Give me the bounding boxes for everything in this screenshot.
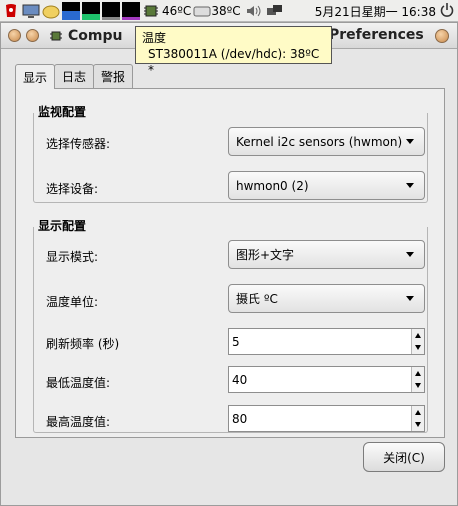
min-temp-stepper[interactable] [411,367,424,392]
chevron-up-icon[interactable] [415,410,421,415]
temperature-tooltip: 温度 ST380011A (/dev/hdc): 38ºC * [135,26,332,77]
tooltip-title: 温度 [142,31,167,45]
hard-drive-icon[interactable] [193,2,211,20]
memory-monitor-icon[interactable] [82,1,100,20]
max-temp-label: 最高温度值: [46,415,111,429]
chip-icon[interactable] [142,2,160,20]
min-temp-value: 40 [232,372,248,387]
display-mode-label: 显示模式: [46,250,99,264]
chevron-down-icon[interactable] [415,383,421,388]
cpu-monitor-icon[interactable] [62,1,80,20]
temp-unit-label: 温度单位: [46,295,99,309]
window-close-button[interactable] [435,29,449,43]
close-button[interactable]: 关闭(C) [363,442,445,472]
power-icon[interactable] [439,2,455,21]
chevron-down-icon [406,296,414,301]
chevron-down-icon [406,139,414,144]
min-temp-spinbutton[interactable]: 40 [228,366,425,393]
app-launcher-icon[interactable] [2,2,20,20]
tooltip-detail: ST380011A (/dev/hdc): 38ºC * [148,47,320,77]
window-title: Compu [68,27,123,44]
volume-icon[interactable] [245,2,263,20]
sensor-select[interactable]: Kernel i2c sensors (hwmon) [228,127,425,156]
tab-alarm[interactable]: 警报 [93,64,134,88]
sensor-label: 选择传感器: [46,137,111,151]
min-temp-label: 最低温度值: [46,376,111,390]
computer-icon[interactable] [22,2,40,20]
display-mode-select[interactable]: 图形+文字 [228,240,425,269]
refresh-rate-stepper[interactable] [411,329,424,354]
cpu-temp-text: 46ºC [162,3,192,18]
chevron-down-icon[interactable] [415,345,421,350]
max-temp-spinbutton[interactable]: 80 [228,405,425,432]
clock[interactable]: 5月21日星期一 16:38 [315,3,436,20]
tab-bar: 显示 日志 警报 [15,64,134,89]
top-panel: 46ºC 38ºC 5月21日星期一 16:38 [0,0,458,22]
window-minimize-button[interactable] [8,29,21,42]
device-select-value: hwmon0 (2) [236,178,309,193]
refresh-rate-spinbutton[interactable]: 5 [228,328,425,355]
chevron-down-icon [406,183,414,188]
refresh-rate-label: 刷新频率 (秒) [46,337,120,351]
window-maximize-button[interactable] [26,29,39,42]
temp-unit-select[interactable]: 摄氏 ºC [228,284,425,313]
notes-icon[interactable] [42,2,60,20]
sensor-select-value: Kernel i2c sensors (hwmon) [236,134,403,149]
chevron-up-icon[interactable] [415,371,421,376]
network-monitor-icon[interactable] [102,1,120,20]
temp-unit-value: 摄氏 ºC [236,292,278,306]
refresh-rate-value: 5 [232,334,240,349]
network-icon[interactable] [265,2,283,20]
chevron-down-icon [406,252,414,257]
window-title-suffix: Preferences [329,27,424,43]
tab-display[interactable]: 显示 [15,64,56,89]
max-temp-stepper[interactable] [411,406,424,431]
device-select[interactable]: hwmon0 (2) [228,171,425,200]
disk-temp-text: 38ºC [211,3,241,18]
load-monitor-icon[interactable] [122,1,140,20]
display-mode-value: 图形+文字 [236,248,295,262]
chevron-up-icon[interactable] [415,333,421,338]
max-temp-value: 80 [232,411,248,426]
tab-panel: 监视配置 选择传感器: Kernel i2c sensors (hwmon) 选… [15,88,445,438]
tab-log[interactable]: 日志 [54,64,95,88]
chip-icon [50,31,62,40]
chevron-down-icon[interactable] [415,422,421,427]
device-label: 选择设备: [46,182,99,196]
